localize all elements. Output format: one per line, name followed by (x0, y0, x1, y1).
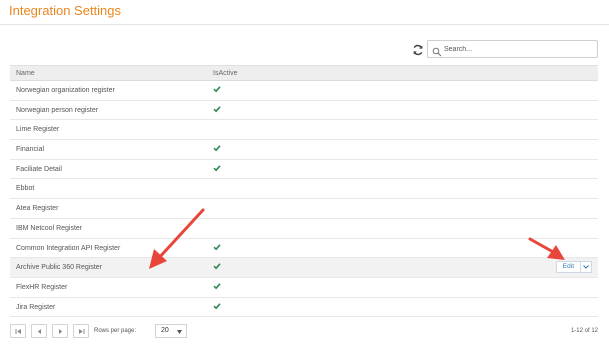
chevron-down-icon (177, 330, 182, 334)
checkmark-icon (213, 105, 221, 113)
table-row[interactable]: Financial (10, 140, 598, 160)
search-input[interactable] (444, 42, 594, 56)
rows-per-page-label: Rows per page: (94, 328, 137, 334)
first-page-button[interactable] (10, 324, 26, 338)
rows-per-page-select[interactable]: 20 (155, 324, 187, 338)
title-divider (0, 24, 609, 25)
table-row[interactable]: Archive Public 360 Register Edit (10, 258, 598, 278)
checkmark-icon (213, 86, 221, 93)
row-name: IBM Netcool Register (16, 224, 83, 232)
checkmark-icon (213, 302, 221, 309)
row-name: Ebbot (16, 185, 35, 193)
row-name: Financial (16, 146, 45, 154)
next-page-button[interactable] (52, 324, 68, 338)
table-row[interactable]: Norwegian organization register (10, 81, 598, 101)
first-page-icon (15, 329, 21, 334)
table-row[interactable]: Lime Register (10, 120, 598, 141)
integrations-table: Name IsActive Norwegian organization reg… (10, 65, 598, 318)
next-page-icon (59, 329, 63, 334)
refresh-icon[interactable] (412, 43, 424, 56)
row-name: Jira Register (16, 303, 56, 311)
table-row[interactable]: Ebbot (10, 179, 598, 200)
checkmark-icon (213, 283, 221, 290)
row-name: Lime Register (16, 126, 60, 134)
row-actions: Edit (555, 261, 592, 274)
last-page-button[interactable] (73, 324, 89, 338)
row-name: Norwegian organization register (16, 87, 115, 94)
edit-button[interactable]: Edit (555, 261, 581, 274)
table-row[interactable]: IBM Netcool Register (10, 218, 598, 239)
search-icon (432, 44, 442, 57)
row-name: FlexHR Register (16, 283, 68, 291)
row-name: Norwegian person register (16, 106, 99, 114)
table-row[interactable]: Atea Register (10, 199, 598, 219)
table-row[interactable]: FlexHR Register (10, 277, 598, 298)
page-info: 1-12 of 12 (570, 328, 598, 334)
chevron-down-icon (583, 265, 589, 269)
table-row[interactable]: Common Integration API Register (10, 238, 598, 259)
pagination-bar: Rows per page: 20 1-12 of 12 (10, 322, 598, 342)
table-row[interactable]: Faciliate Detail (10, 159, 598, 180)
column-header-isactive[interactable]: IsActive (213, 70, 238, 77)
rows-per-page-value: 20 (161, 327, 169, 334)
table-row[interactable]: Jira Register (10, 297, 598, 318)
checkmark-icon (213, 243, 221, 250)
page-title: Integration Settings (9, 3, 122, 18)
table-body: Norwegian organization register Norwegian… (10, 81, 598, 318)
row-name: Archive Public 360 Register (16, 264, 102, 272)
previous-page-button[interactable] (31, 324, 47, 338)
table-row[interactable]: Norwegian person register (10, 100, 598, 121)
search-box[interactable] (427, 40, 598, 58)
row-name: Common Integration API Register (16, 244, 121, 252)
row-name: Faciliate Detail (16, 165, 62, 173)
more-actions-button[interactable] (581, 261, 592, 274)
checkmark-icon (213, 165, 221, 172)
last-page-icon (79, 329, 85, 334)
column-header-name[interactable]: Name (16, 70, 35, 77)
checkmark-icon (213, 263, 221, 270)
previous-page-icon (37, 329, 41, 334)
row-name: Atea Register (16, 205, 59, 213)
table-header: Name IsActive (10, 65, 598, 81)
checkmark-icon (213, 145, 221, 152)
